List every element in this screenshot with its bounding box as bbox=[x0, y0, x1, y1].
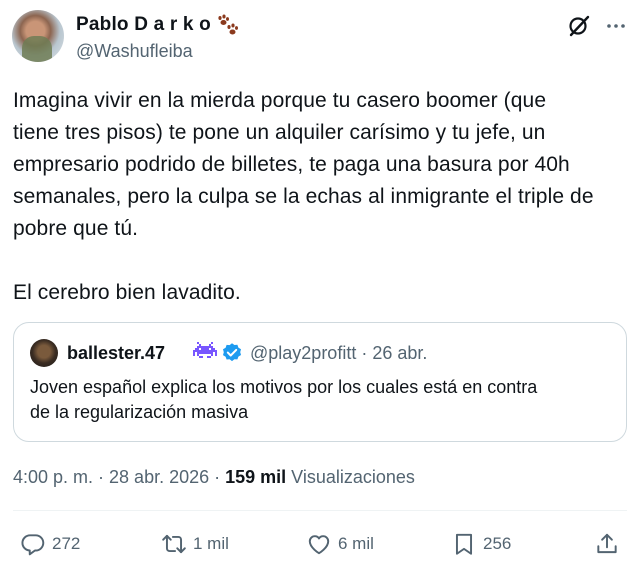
tweet-line: Imagina vivir en la mierda porque tu cas… bbox=[13, 89, 547, 112]
space-invader-icon bbox=[193, 342, 217, 358]
reply-icon bbox=[21, 534, 45, 556]
bookmark-count: 256 bbox=[483, 534, 512, 553]
author-handle[interactable]: @Washufleiba bbox=[76, 41, 193, 62]
verified-badge-icon bbox=[223, 343, 241, 362]
reply-count: 272 bbox=[52, 534, 81, 553]
retweet-button[interactable]: 1 mil bbox=[161, 530, 229, 558]
bookmark-icon bbox=[455, 533, 473, 555]
tweet-header: Pablo D a r k o @Washufleiba bbox=[12, 10, 627, 66]
paw-prints-icon bbox=[218, 14, 238, 35]
tweet-line: semanales, pero la culpa se la echas al … bbox=[13, 185, 594, 208]
quoted-handle-date: @play2profitt · 26 abr. bbox=[250, 343, 428, 363]
quoted-author-name: ballester.47 bbox=[67, 343, 166, 363]
views-label: Visualizaciones bbox=[286, 467, 415, 487]
quoted-line: Joven español explica los motivos por lo… bbox=[30, 377, 538, 397]
tweet-meta: 4:00 p. m. · 28 abr. 2026 · 159 mil Visu… bbox=[13, 467, 415, 488]
tweet-text: Imagina vivir en la mierda porque tu cas… bbox=[13, 85, 628, 309]
tweet-line: El cerebro bien lavadito. bbox=[13, 281, 241, 304]
like-count: 6 mil bbox=[338, 534, 374, 553]
reply-button[interactable]: 272 bbox=[20, 530, 80, 558]
retweet-count: 1 mil bbox=[193, 534, 229, 553]
author-avatar[interactable] bbox=[12, 10, 64, 62]
tweet-line: empresario podrido de billetes, te paga … bbox=[13, 153, 570, 176]
tweet-line: pobre que tú. bbox=[13, 217, 139, 240]
divider bbox=[13, 510, 627, 511]
retweet-icon bbox=[162, 534, 186, 554]
bookmark-button[interactable]: 256 bbox=[451, 530, 511, 558]
tweet-line: tiene tres pisos) te pone un alquiler ca… bbox=[13, 121, 546, 144]
timestamp[interactable]: 4:00 p. m. · 28 abr. 2026 · bbox=[13, 467, 225, 487]
quoted-author-avatar bbox=[30, 339, 58, 367]
author-name[interactable]: Pablo D a r k o bbox=[76, 14, 211, 36]
views-count: 159 mil bbox=[225, 467, 287, 487]
heart-icon bbox=[308, 535, 330, 555]
share-button[interactable] bbox=[594, 530, 620, 558]
more-icon[interactable] bbox=[604, 14, 628, 38]
like-button[interactable]: 6 mil bbox=[306, 530, 374, 558]
quoted-tweet-text: Joven español explica los motivos por lo… bbox=[30, 375, 620, 425]
quoted-tweet-card[interactable]: ballester.47 @play2profitt · 26 abr. Jov… bbox=[13, 322, 627, 442]
grok-icon[interactable] bbox=[567, 14, 591, 38]
quoted-line: de la regularización masiva bbox=[30, 402, 249, 422]
share-icon bbox=[597, 533, 617, 554]
